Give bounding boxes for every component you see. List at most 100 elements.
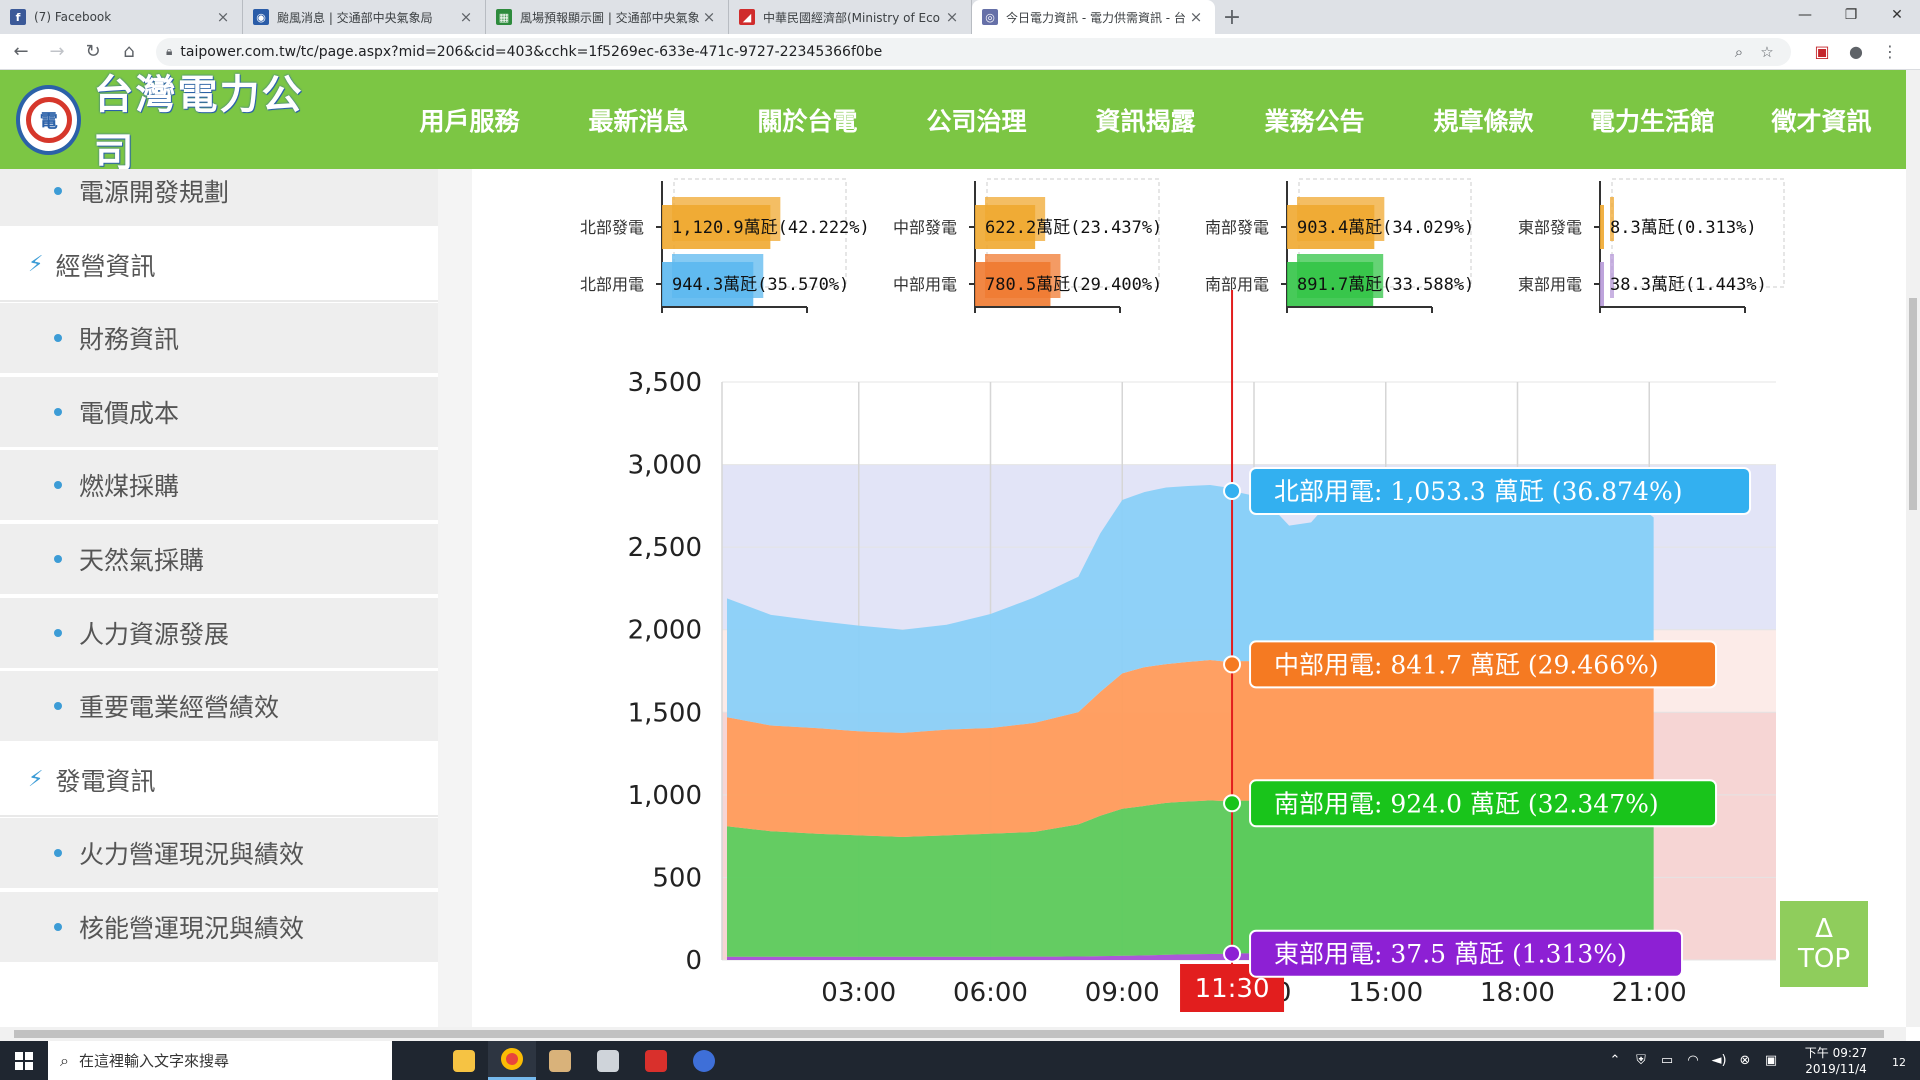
sidebar-item[interactable]: 重要電業經營績效 <box>0 671 438 744</box>
file-explorer-icon[interactable] <box>440 1041 488 1080</box>
browser-tab[interactable]: ◉ 颱風消息 | 交通部中央氣象局 × <box>243 0 486 34</box>
y-axis-tick: 0 <box>685 946 702 976</box>
tray-close-icon[interactable]: ⊗ <box>1732 1053 1758 1068</box>
sidebar-category[interactable]: ⚡︎ 發電資訊 <box>0 744 438 817</box>
volume-icon[interactable]: ◄) <box>1706 1053 1732 1068</box>
sidebar-item-label: 電源開發規劃 <box>79 178 230 207</box>
nav-item[interactable]: 用戶服務 <box>385 102 554 138</box>
browser-tab[interactable]: ◎ 今日電力資訊 - 電力供需資訊 - 台 × <box>972 0 1215 34</box>
horizontal-scrollbar[interactable] <box>0 1027 1906 1041</box>
y-axis-tick: 3,000 <box>628 451 702 481</box>
sidebar-item-label: 燃煤採購 <box>79 472 180 502</box>
extension-icon[interactable]: ▣ <box>1805 42 1839 61</box>
nav-item[interactable]: 規章條款 <box>1399 102 1568 138</box>
minimize-icon[interactable]: — <box>1782 0 1828 30</box>
close-tab-icon[interactable]: × <box>700 8 718 26</box>
nav-item[interactable]: 資訊揭露 <box>1061 102 1230 138</box>
vertical-scrollbar[interactable] <box>1906 70 1920 1027</box>
close-window-icon[interactable]: ✕ <box>1874 0 1920 30</box>
sidebar-item[interactable]: 人力資源發展 <box>0 597 438 670</box>
nav-item[interactable]: 業務公告 <box>1230 102 1399 138</box>
back-to-top-button[interactable]: Δ TOP <box>1780 901 1868 987</box>
sidebar-gutter <box>438 169 472 1027</box>
y-axis-tick: 1,000 <box>628 781 702 811</box>
sidebar-item[interactable]: 電源開發規劃 <box>0 169 438 228</box>
close-tab-icon[interactable]: × <box>943 8 961 26</box>
bookmark-star-icon[interactable]: ☆ <box>1753 43 1781 61</box>
app-icon-fox[interactable] <box>536 1041 584 1080</box>
wifi-icon[interactable]: ◠ <box>1680 1053 1706 1068</box>
app-icon-helmet[interactable] <box>584 1041 632 1080</box>
url-text[interactable]: taipower.com.tw/tc/page.aspx?mid=206&cid… <box>180 44 1725 60</box>
x-axis-tick: 06:00 <box>953 978 1028 1008</box>
series-tooltip-text: 東部用電: 37.5 萬瓩 (1.313%) <box>1274 940 1627 969</box>
plot-band <box>722 382 1776 465</box>
browser-tab-strip: f (7) Facebook × ◉ 颱風消息 | 交通部中央氣象局 × ▦ 風場預報顯示圖 … <box>0 0 1920 34</box>
notification-count: 12 <box>1892 1056 1906 1069</box>
new-tab-button[interactable]: + <box>1215 0 1249 34</box>
tray-expand-icon[interactable]: ⌃ <box>1602 1053 1628 1068</box>
lock-icon[interactable]: 🔒︎ <box>166 44 172 59</box>
taipower-logo[interactable]: 電 台灣電力公司 <box>16 62 327 178</box>
chrome-icon[interactable] <box>488 1041 536 1080</box>
close-tab-icon[interactable]: × <box>1187 8 1205 26</box>
facebook-icon: f <box>10 9 26 25</box>
search-icon: ⌕ <box>60 1050 69 1070</box>
app-icon-red[interactable] <box>632 1041 680 1080</box>
site-header: 電 台灣電力公司 用戶服務 最新消息 關於台電 公司治理 資訊揭露 業務公告 規章條款 電力生… <box>0 70 1906 176</box>
restore-icon[interactable]: ❐ <box>1828 0 1874 30</box>
start-button[interactable] <box>0 1041 48 1080</box>
taskbar-clock[interactable]: 下午 09:27 2019/11/4 <box>1794 1045 1878 1077</box>
sidebar-item-label: 重要電業經營績效 <box>79 693 280 723</box>
browser-tab[interactable]: ◢ 中華民國經濟部(Ministry of Eco × <box>729 0 972 34</box>
clock-date: 2019/11/4 <box>1805 1061 1867 1076</box>
moea-icon: ◢ <box>739 9 755 25</box>
nav-item[interactable]: 公司治理 <box>892 102 1061 138</box>
vertical-scroll-thumb[interactable] <box>1909 298 1917 510</box>
sidebar-item[interactable]: 火力營運現況與績效 <box>0 818 438 891</box>
sidebar-category[interactable]: ⚡︎ 經營資訊 <box>0 229 438 302</box>
sidebar-item[interactable]: 天然氣採購 <box>0 524 438 596</box>
nav-item[interactable]: 電力生活館 <box>1568 102 1737 138</box>
tab-title: 颱風消息 | 交通部中央氣象局 <box>277 10 433 25</box>
sidebar-item[interactable]: 核能營運現況與績效 <box>0 892 438 964</box>
series-tooltip-text: 南部用電: 924.0 萬瓩 (32.347%) <box>1274 789 1659 818</box>
taskbar-search[interactable]: ⌕ 在這裡輸入文字來搜尋 <box>48 1041 392 1080</box>
nav-item[interactable]: 關於台電 <box>723 102 892 138</box>
bullet-icon <box>54 923 62 931</box>
search-placeholder: 在這裡輸入文字來搜尋 <box>78 1052 229 1070</box>
notification-center-icon[interactable]: 12 <box>1878 1051 1920 1070</box>
nav-item[interactable]: 最新消息 <box>554 102 723 138</box>
sidebar-item[interactable]: 電價成本 <box>0 376 438 449</box>
wind-map-icon: ▦ <box>496 9 512 25</box>
security-icon[interactable]: ⛨ <box>1628 1053 1654 1068</box>
sidebar-item-label: 人力資源發展 <box>79 619 230 649</box>
y-axis-tick: 2,000 <box>628 616 702 646</box>
series-marker <box>1223 794 1242 813</box>
bullet-icon <box>54 849 62 858</box>
zoom-icon[interactable]: ⌕ <box>1725 43 1753 61</box>
sidebar-item[interactable]: 燃煤採購 <box>0 450 438 523</box>
sidebar-item[interactable]: 財務資訊 <box>0 303 438 376</box>
horizontal-scroll-thumb[interactable] <box>14 1030 1884 1038</box>
windows-logo-icon <box>15 1051 33 1070</box>
sidebar-item-label: 核能營運現況與績效 <box>79 914 305 943</box>
x-axis-tick: 15:00 <box>1348 978 1423 1008</box>
close-tab-icon[interactable]: × <box>214 8 232 26</box>
bullet-icon <box>54 407 62 416</box>
profile-icon[interactable]: ● <box>1839 42 1873 61</box>
logo-emblem-icon: 電 <box>16 84 82 155</box>
battery-icon[interactable]: ▭ <box>1654 1053 1680 1068</box>
keyboard-icon[interactable]: ▣ <box>1758 1053 1784 1068</box>
y-axis-tick: 500 <box>652 863 702 893</box>
address-bar[interactable]: 🔒︎ taipower.com.tw/tc/page.aspx?mid=206&… <box>156 37 1791 66</box>
nav-item[interactable]: 徵才資訊 <box>1737 102 1906 138</box>
app-icon-blue[interactable] <box>680 1041 728 1080</box>
taipower-icon: ◎ <box>982 9 998 25</box>
browser-tab[interactable]: ▦ 風場預報顯示圖 | 交通部中央氣象 × <box>486 0 729 34</box>
tab-title: 今日電力資訊 - 電力供需資訊 - 台 <box>1006 10 1186 25</box>
series-marker <box>1223 481 1242 500</box>
menu-icon[interactable]: ⋮ <box>1873 42 1907 61</box>
browser-tab[interactable]: f (7) Facebook × <box>0 0 243 34</box>
close-tab-icon[interactable]: × <box>457 8 475 26</box>
